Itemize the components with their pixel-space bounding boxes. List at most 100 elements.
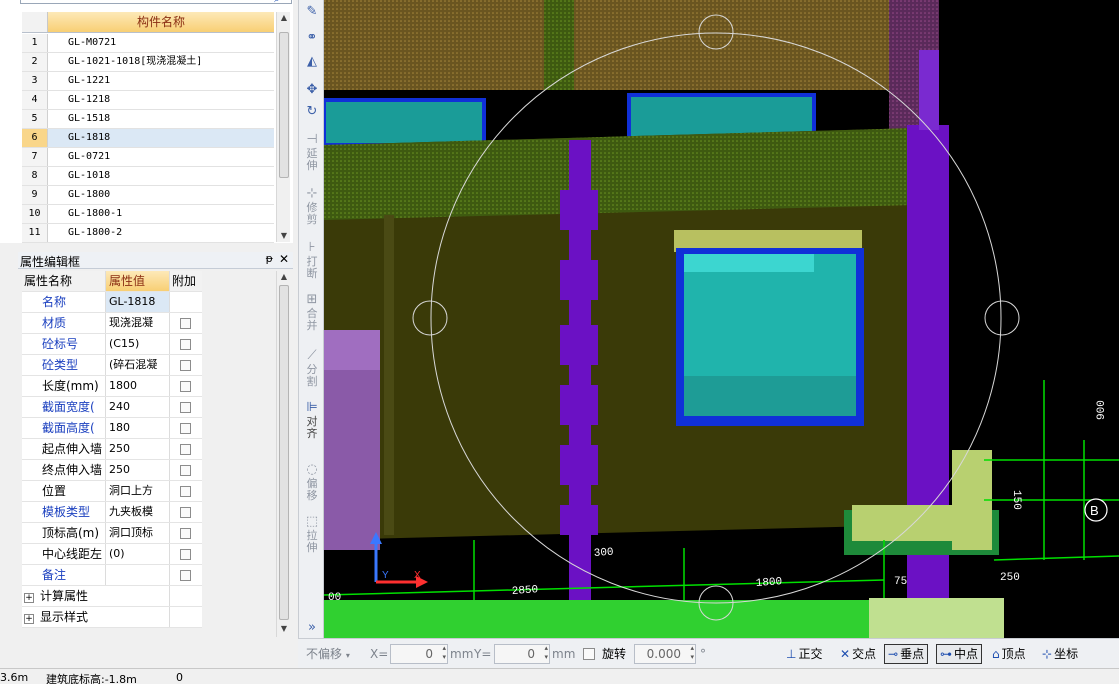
property-row[interactable]: 模板类型 九夹板模: [22, 502, 202, 523]
component-search-input[interactable]: [20, 0, 292, 4]
property-value[interactable]: 250: [106, 439, 170, 459]
property-value[interactable]: 240: [106, 397, 170, 417]
property-grid-scrollbar[interactable]: ▲ ▼: [276, 271, 290, 637]
property-name: 名称: [22, 292, 106, 312]
component-row[interactable]: 3 GL-1221: [22, 72, 274, 91]
property-row[interactable]: 位置 洞口上方: [22, 481, 202, 502]
snap-toggle-0[interactable]: ⊥ 正交: [782, 644, 826, 664]
rotate-angle-input[interactable]: 0.000: [634, 644, 696, 664]
scroll-up-arrow[interactable]: ▲: [277, 12, 291, 24]
tool-offset-button[interactable]: ◌ 偏移: [299, 462, 325, 502]
extra-checkbox[interactable]: [180, 339, 191, 350]
tool-copy-button[interactable]: ⚭: [299, 30, 325, 46]
drawing-canvas[interactable]: B 300 2850 1800 250 75 00 900 150 Y X: [324, 0, 1119, 638]
extra-checkbox[interactable]: [180, 570, 191, 581]
property-row[interactable]: 顶标高(m) 洞口顶标: [22, 523, 202, 544]
property-value[interactable]: 180: [106, 418, 170, 438]
property-extra-cell: [170, 481, 202, 501]
scroll-thumb[interactable]: [279, 285, 289, 620]
scroll-thumb[interactable]: [279, 32, 289, 178]
tool-merge-button[interactable]: ⊞ 合并: [299, 292, 325, 332]
y-offset-input[interactable]: 0: [494, 644, 550, 664]
tool-extend-button[interactable]: ⊣ 延伸: [299, 132, 325, 172]
more-icon: »: [308, 620, 316, 635]
component-row[interactable]: 4 GL-1218: [22, 91, 274, 110]
snap-toggle-3[interactable]: ⊶ 中点: [936, 644, 983, 664]
snap-toggle-1[interactable]: ✕ 交点: [836, 644, 880, 664]
tool-split-button[interactable]: ⟋ 分割: [299, 348, 325, 388]
extra-checkbox[interactable]: [180, 486, 191, 497]
property-value[interactable]: 250: [106, 460, 170, 480]
property-value[interactable]: GL-1818: [106, 292, 170, 312]
property-group-row[interactable]: + 计算属性: [22, 586, 202, 607]
x-offset-input[interactable]: 0: [390, 644, 448, 664]
expand-icon[interactable]: +: [24, 614, 34, 624]
property-value[interactable]: [106, 565, 170, 585]
component-list-scrollbar[interactable]: ▲ ▼: [276, 12, 290, 242]
extra-checkbox[interactable]: [180, 507, 191, 518]
property-value[interactable]: 洞口顶标: [106, 523, 170, 543]
property-value[interactable]: (0): [106, 544, 170, 564]
property-value[interactable]: (碎石混凝: [106, 355, 170, 375]
tool-trim-button[interactable]: ⊹ 修剪: [299, 186, 325, 226]
snap-toggle-4[interactable]: ⌂ 顶点: [988, 644, 1030, 664]
component-row[interactable]: 5 GL-1518: [22, 110, 274, 129]
property-row[interactable]: 中心线距左 (0): [22, 544, 202, 565]
tool-more-button[interactable]: »: [299, 620, 325, 636]
component-name-header[interactable]: 构件名称: [48, 12, 274, 32]
component-row[interactable]: 11 GL-1800-2: [22, 224, 274, 243]
pin-icon[interactable]: ᵽ: [266, 252, 273, 265]
property-row[interactable]: 备注: [22, 565, 202, 586]
component-row[interactable]: 9 GL-1800: [22, 186, 274, 205]
tool-rotate-button[interactable]: ↻: [299, 104, 325, 120]
property-value[interactable]: 1800: [106, 376, 170, 396]
tool-brush-button[interactable]: ✎: [299, 4, 325, 20]
tool-move-button[interactable]: ✥: [299, 82, 325, 98]
snap-toggle-2[interactable]: ⊸ 垂点: [884, 644, 929, 664]
extra-checkbox[interactable]: [180, 465, 191, 476]
property-row[interactable]: 截面高度(180: [22, 418, 202, 439]
property-value[interactable]: (C15): [106, 334, 170, 354]
property-row[interactable]: 起点伸入墙 250: [22, 439, 202, 460]
extra-checkbox[interactable]: [180, 360, 191, 371]
extra-checkbox[interactable]: [180, 549, 191, 560]
expand-icon[interactable]: +: [24, 593, 34, 603]
tool-stretch-button[interactable]: ⬚ 拉伸: [299, 514, 325, 554]
component-row[interactable]: 6 GL-1818: [22, 129, 274, 148]
property-group-row[interactable]: + 显示样式: [22, 607, 202, 628]
search-icon[interactable]: ⌕: [274, 0, 280, 5]
close-icon[interactable]: ✕: [279, 252, 289, 266]
component-row[interactable]: 8 GL-1018: [22, 167, 274, 186]
extra-checkbox[interactable]: [180, 402, 191, 413]
component-row[interactable]: 1 GL-M0721: [22, 34, 274, 53]
scroll-up-arrow[interactable]: ▲: [277, 271, 291, 283]
extra-checkbox[interactable]: [180, 423, 191, 434]
tool-break-button[interactable]: ⊦ 打断: [299, 240, 325, 280]
scroll-down-arrow[interactable]: ▼: [277, 623, 291, 635]
property-row[interactable]: 砼标号 (C15): [22, 334, 202, 355]
snap-toggle-5[interactable]: ⊹ 坐标: [1038, 644, 1082, 664]
3d-model-view[interactable]: B 300 2850 1800 250 75 00 900 150 Y X: [324, 0, 1119, 638]
extra-checkbox[interactable]: [180, 318, 191, 329]
property-value[interactable]: 九夹板模: [106, 502, 170, 522]
rotate-checkbox[interactable]: [583, 648, 595, 660]
property-row[interactable]: 名称 GL-1818: [22, 292, 202, 313]
property-value[interactable]: 洞口上方: [106, 481, 170, 501]
component-row-name: GL-1018: [68, 170, 111, 181]
property-value[interactable]: 现浇混凝: [106, 313, 170, 333]
scroll-down-arrow[interactable]: ▼: [277, 230, 291, 242]
extra-checkbox[interactable]: [180, 381, 191, 392]
property-row[interactable]: 长度(mm) 1800: [22, 376, 202, 397]
tool-align-button[interactable]: ⊫ 对齐: [299, 400, 325, 440]
tool-mirror-button[interactable]: ◭: [299, 54, 325, 70]
extra-checkbox[interactable]: [180, 528, 191, 539]
property-row[interactable]: 终点伸入墙 250: [22, 460, 202, 481]
component-row[interactable]: 2 GL-1021-1018[现浇混凝土]: [22, 53, 274, 72]
property-row[interactable]: 截面宽度(240: [22, 397, 202, 418]
component-row[interactable]: 10 GL-1800-1: [22, 205, 274, 224]
extra-checkbox[interactable]: [180, 444, 191, 455]
property-row[interactable]: 砼类型 (碎石混凝: [22, 355, 202, 376]
property-row[interactable]: 材质 现浇混凝: [22, 313, 202, 334]
offset-mode-select[interactable]: 不偏移 ▾: [306, 645, 350, 663]
component-row[interactable]: 7 GL-0721: [22, 148, 274, 167]
